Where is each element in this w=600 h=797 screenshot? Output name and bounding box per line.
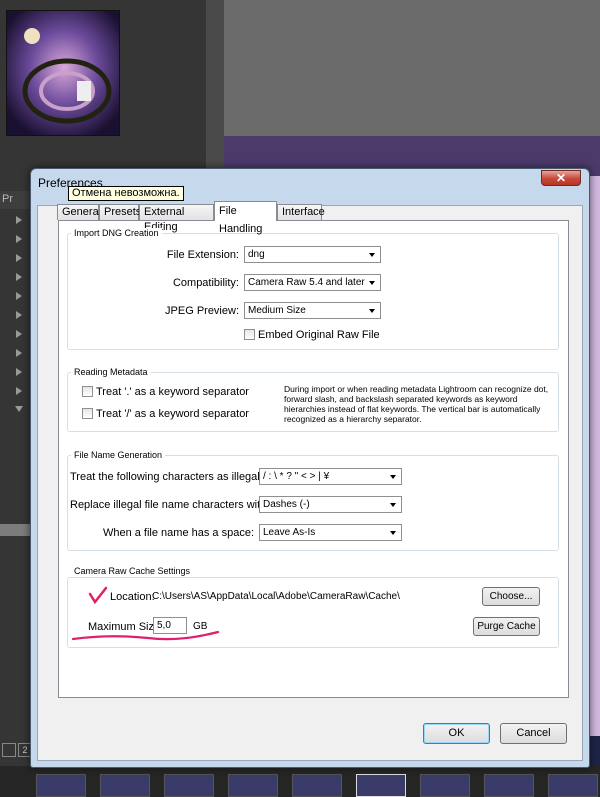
filmstrip-thumb[interactable] — [420, 774, 470, 797]
selected-folder-row[interactable] — [0, 524, 32, 536]
chevron-down-icon — [390, 503, 396, 507]
filmstrip-thumb[interactable] — [548, 774, 598, 797]
illegal-chars-label: Treat the following characters as illega… — [70, 471, 263, 483]
space-handling-select[interactable]: Leave As-Is — [259, 524, 402, 541]
slash-separator-checkbox[interactable] — [82, 408, 93, 419]
cache-location-label: Location: — [110, 591, 155, 603]
import-dng-title: Import DNG Creation — [71, 228, 162, 238]
purge-cache-button[interactable]: Purge Cache — [473, 617, 540, 636]
expand-arrow-icon[interactable] — [16, 292, 22, 300]
filmstrip-thumb[interactable] — [100, 774, 150, 797]
dot-separator-label[interactable]: Treat '.' as a keyword separator — [96, 386, 249, 398]
tab-external-editing[interactable]: External Editing — [139, 204, 214, 233]
expand-arrow-icon[interactable] — [16, 311, 22, 319]
max-size-input[interactable]: 5,0 — [153, 617, 187, 634]
chevron-down-icon — [369, 281, 375, 285]
filmstrip-thumb[interactable] — [228, 774, 278, 797]
illegal-chars-select[interactable]: / : \ * ? " < > | ¥ — [259, 468, 402, 485]
panel-header[interactable]: Pr — [0, 191, 32, 209]
filmstrip-thumb[interactable] — [164, 774, 214, 797]
jpeg-preview-label: JPEG Preview: — [165, 305, 239, 317]
ok-button[interactable]: OK — [423, 723, 490, 744]
tab-file-handling[interactable]: File Handling — [214, 201, 277, 235]
expand-arrow-icon[interactable] — [16, 216, 22, 224]
expand-arrow-icon[interactable] — [16, 387, 22, 395]
collapse-arrow-icon[interactable] — [15, 406, 23, 412]
filmstrip-thumb[interactable] — [36, 774, 86, 797]
cache-location-path: C:\Users\AS\AppData\Local\Adobe\CameraRa… — [152, 591, 400, 602]
file-extension-select[interactable]: dng — [244, 246, 381, 263]
compatibility-value: Camera Raw 5.4 and later — [248, 277, 365, 288]
chevron-down-icon — [390, 475, 396, 479]
chevron-down-icon — [390, 531, 396, 535]
space-handling-label: When a file name has a space: — [102, 527, 254, 539]
chevron-down-icon — [369, 309, 375, 313]
replace-chars-select[interactable]: Dashes (-) — [259, 496, 402, 513]
compatibility-select[interactable]: Camera Raw 5.4 and later — [244, 274, 381, 291]
replace-chars-value: Dashes (-) — [263, 499, 310, 510]
metadata-note: During import or when reading metadata L… — [284, 384, 549, 424]
filmstrip-thumb[interactable] — [484, 774, 534, 797]
tab-presets[interactable]: Presets — [99, 204, 141, 220]
file-extension-label: File Extension: — [166, 249, 239, 261]
navigator-preview[interactable] — [6, 10, 120, 136]
cancel-button[interactable]: Cancel — [500, 723, 567, 744]
file-name-generation-title: File Name Generation — [71, 450, 166, 460]
tab-general[interactable]: General — [57, 204, 101, 220]
navigator-photo — [7, 11, 119, 135]
jpeg-preview-select[interactable]: Medium Size — [244, 302, 381, 319]
expand-arrow-icon[interactable] — [16, 254, 22, 262]
illegal-chars-value: / : \ * ? " < > | ¥ — [263, 471, 330, 482]
tooltip: Отмена невозможна. — [68, 186, 184, 201]
compatibility-label: Compatibility: — [172, 277, 239, 289]
max-size-unit: GB — [193, 621, 208, 632]
expand-arrow-icon[interactable] — [16, 330, 22, 338]
slash-separator-label[interactable]: Treat '/' as a keyword separator — [96, 408, 249, 420]
space-handling-value: Leave As-Is — [263, 527, 316, 538]
filmstrip-thumb-selected[interactable] — [356, 774, 406, 797]
expand-arrow-icon[interactable] — [16, 349, 22, 357]
reading-metadata-title: Reading Metadata — [71, 367, 151, 377]
choose-button[interactable]: Choose... — [482, 587, 540, 606]
camera-raw-cache-title: Camera Raw Cache Settings — [71, 566, 194, 576]
expand-arrow-icon[interactable] — [16, 273, 22, 281]
close-button[interactable]: ✕ — [541, 170, 581, 186]
expand-arrow-icon[interactable] — [16, 368, 22, 376]
jpeg-preview-value: Medium Size — [248, 305, 306, 316]
close-icon: ✕ — [555, 171, 567, 185]
file-extension-value: dng — [248, 249, 265, 260]
replace-chars-label: Replace illegal file name characters wit… — [70, 499, 270, 511]
dot-separator-checkbox[interactable] — [82, 386, 93, 397]
tab-interface[interactable]: Interface — [277, 204, 325, 220]
filmstrip-thumb[interactable] — [292, 774, 342, 797]
expand-arrow-icon[interactable] — [16, 235, 22, 243]
embed-raw-label[interactable]: Embed Original Raw File — [258, 329, 380, 341]
filmstrip-page-1[interactable] — [2, 743, 16, 757]
chevron-down-icon — [369, 253, 375, 257]
embed-raw-checkbox[interactable] — [244, 329, 255, 340]
max-size-label: Maximum Size: — [88, 621, 164, 633]
